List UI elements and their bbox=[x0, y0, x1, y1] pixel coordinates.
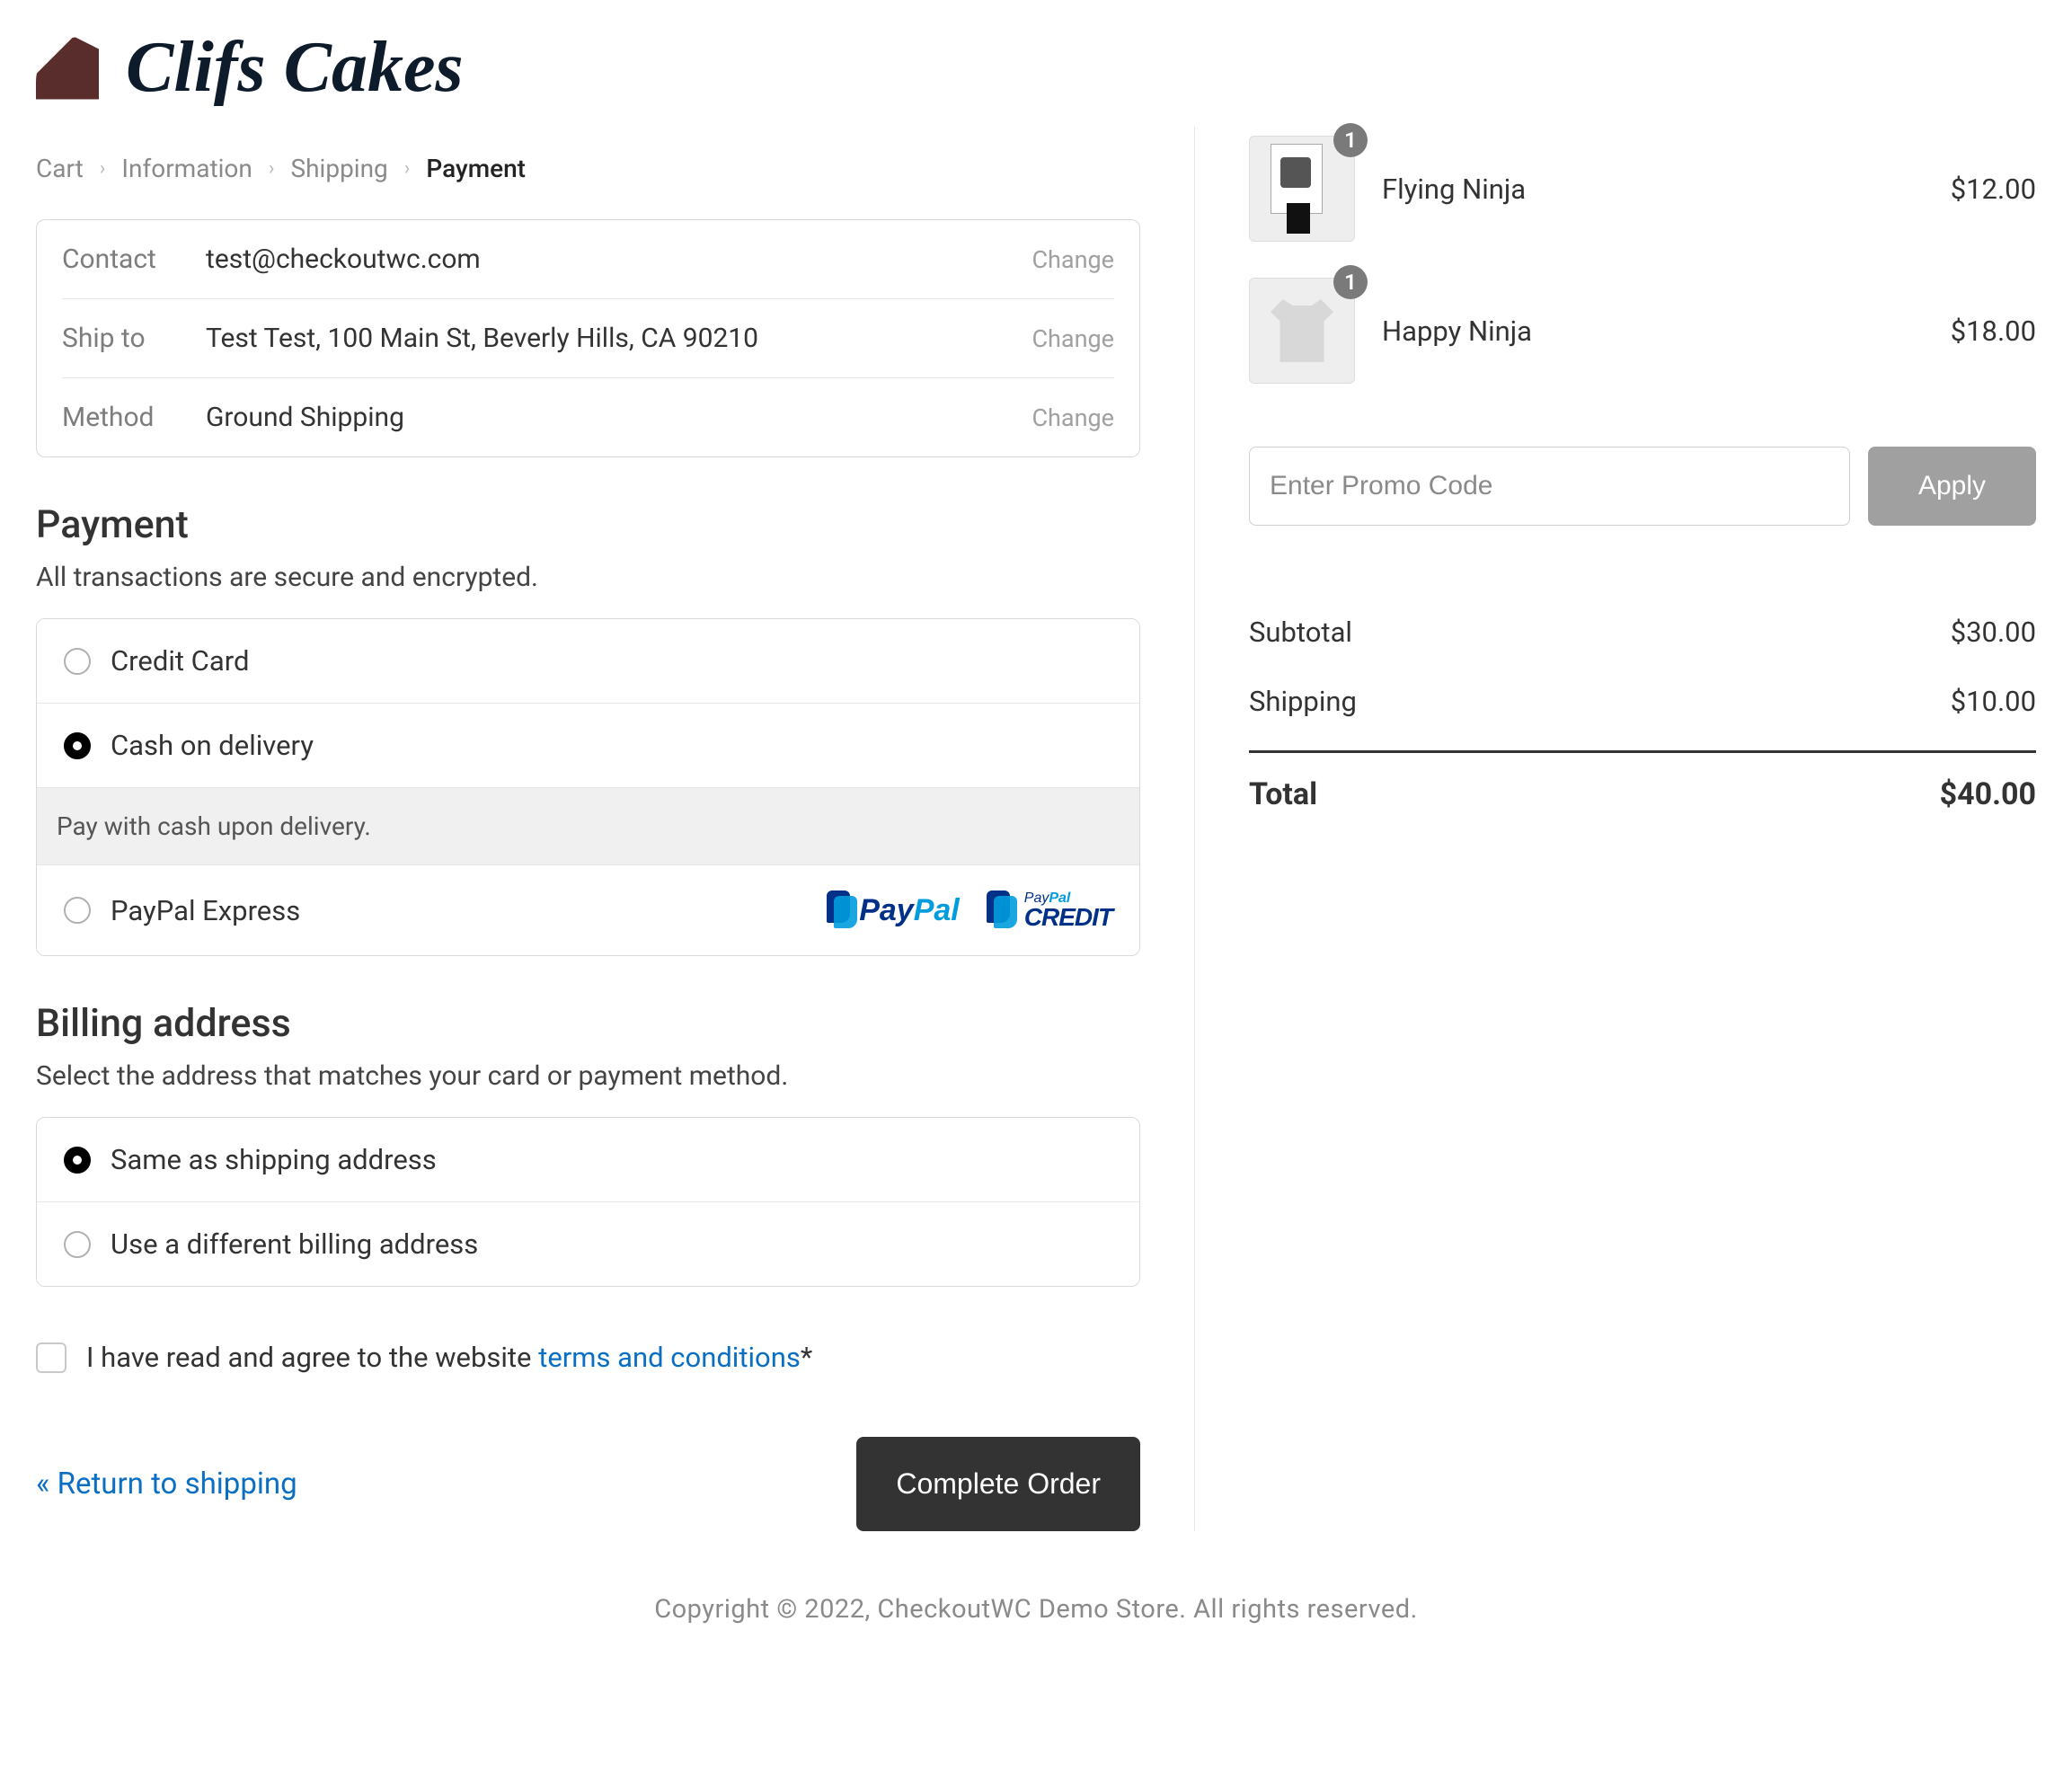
terms-row: I have read and agree to the website ter… bbox=[36, 1341, 1140, 1374]
radio-icon bbox=[64, 1231, 91, 1258]
payment-options: Credit Card Cash on delivery Pay with ca… bbox=[36, 618, 1140, 956]
chevron-right-icon: › bbox=[404, 157, 411, 180]
payment-option-credit-card[interactable]: Credit Card bbox=[37, 619, 1139, 704]
payment-title: Payment bbox=[36, 502, 1140, 547]
chevron-right-icon: › bbox=[269, 157, 275, 180]
breadcrumb-information[interactable]: Information bbox=[121, 154, 252, 183]
complete-order-button[interactable]: Complete Order bbox=[856, 1437, 1140, 1531]
change-shipto-link[interactable]: Change bbox=[1032, 324, 1114, 353]
billing-title: Billing address bbox=[36, 1001, 1140, 1046]
breadcrumb-shipping[interactable]: Shipping bbox=[290, 154, 387, 183]
payment-option-label: Cash on delivery bbox=[111, 729, 314, 762]
shipping-label: Shipping bbox=[1249, 685, 1357, 718]
header: Clifs Cakes bbox=[36, 18, 2036, 127]
cart-item: 1 Flying Ninja $12.00 bbox=[1249, 136, 2036, 242]
payment-option-label: Credit Card bbox=[111, 644, 249, 678]
radio-icon bbox=[64, 648, 91, 675]
quantity-badge: 1 bbox=[1333, 265, 1368, 299]
total-value: $40.00 bbox=[1940, 776, 2036, 812]
review-method-row: Method Ground Shipping Change bbox=[62, 378, 1114, 456]
change-contact-link[interactable]: Change bbox=[1032, 245, 1114, 274]
payment-option-paypal[interactable]: PayPal Express PayPal PayPal CREDIT bbox=[37, 865, 1139, 955]
payment-option-cod[interactable]: Cash on delivery bbox=[37, 704, 1139, 788]
payment-option-label: PayPal Express bbox=[111, 894, 300, 927]
paypal-credit-icon: PayPal CREDIT bbox=[987, 890, 1112, 930]
cart-item-price: $12.00 bbox=[1951, 173, 2036, 206]
promo-code-input[interactable] bbox=[1249, 447, 1850, 526]
billing-option-different[interactable]: Use a different billing address bbox=[37, 1202, 1139, 1286]
review-method-value: Ground Shipping bbox=[206, 402, 1032, 433]
breadcrumb-payment: Payment bbox=[426, 154, 526, 183]
paypal-logos: PayPal PayPal CREDIT bbox=[827, 890, 1112, 930]
billing-option-label: Use a different billing address bbox=[111, 1227, 478, 1261]
breadcrumb-cart[interactable]: Cart bbox=[36, 154, 84, 183]
apply-promo-button[interactable]: Apply bbox=[1868, 447, 2036, 526]
paypal-icon: PayPal bbox=[827, 890, 960, 930]
review-shipto-row: Ship to Test Test, 100 Main St, Beverly … bbox=[62, 299, 1114, 378]
shipping-value: $10.00 bbox=[1951, 685, 2036, 718]
chevron-right-icon: › bbox=[100, 157, 106, 180]
review-shipto-label: Ship to bbox=[62, 323, 206, 354]
cart-item: 1 Happy Ninja $18.00 bbox=[1249, 278, 2036, 384]
footer-copyright: Copyright © 2022, CheckoutWC Demo Store.… bbox=[36, 1594, 2036, 1625]
total-label: Total bbox=[1249, 776, 1317, 812]
radio-icon bbox=[64, 897, 91, 924]
radio-checked-icon bbox=[64, 732, 91, 759]
order-totals: Subtotal $30.00 Shipping $10.00 Total $4… bbox=[1249, 598, 2036, 830]
change-method-link[interactable]: Change bbox=[1032, 403, 1114, 432]
cart-item-name: Happy Ninja bbox=[1355, 315, 1951, 348]
breadcrumb: Cart › Information › Shipping › Payment bbox=[36, 154, 1140, 183]
brand-name: Clifs Cakes bbox=[126, 27, 464, 109]
terms-link[interactable]: terms and conditions bbox=[538, 1341, 801, 1374]
terms-checkbox[interactable] bbox=[36, 1342, 66, 1373]
quantity-badge: 1 bbox=[1333, 123, 1368, 157]
radio-checked-icon bbox=[64, 1147, 91, 1174]
subtotal-value: $30.00 bbox=[1951, 616, 2036, 649]
review-contact-value: test@checkoutwc.com bbox=[206, 244, 1032, 275]
billing-options: Same as shipping address Use a different… bbox=[36, 1117, 1140, 1287]
review-box: Contact test@checkoutwc.com Change Ship … bbox=[36, 219, 1140, 457]
subtotal-label: Subtotal bbox=[1249, 616, 1352, 649]
cart-item-name: Flying Ninja bbox=[1355, 173, 1951, 206]
logo-icon bbox=[36, 37, 99, 100]
review-contact-label: Contact bbox=[62, 244, 206, 275]
review-method-label: Method bbox=[62, 402, 206, 433]
payment-option-cod-description: Pay with cash upon delivery. bbox=[37, 788, 1139, 865]
terms-required: * bbox=[801, 1341, 812, 1374]
billing-subtitle: Select the address that matches your car… bbox=[36, 1060, 1140, 1092]
review-contact-row: Contact test@checkoutwc.com Change bbox=[62, 220, 1114, 299]
return-to-shipping-link[interactable]: « Return to shipping bbox=[36, 1466, 297, 1502]
terms-prefix: I have read and agree to the website bbox=[86, 1341, 538, 1374]
billing-option-label: Same as shipping address bbox=[111, 1143, 437, 1176]
billing-option-same[interactable]: Same as shipping address bbox=[37, 1118, 1139, 1202]
terms-text: I have read and agree to the website ter… bbox=[86, 1341, 812, 1374]
payment-subtitle: All transactions are secure and encrypte… bbox=[36, 562, 1140, 593]
cart-item-price: $18.00 bbox=[1951, 315, 2036, 348]
review-shipto-value: Test Test, 100 Main St, Beverly Hills, C… bbox=[206, 323, 1032, 354]
